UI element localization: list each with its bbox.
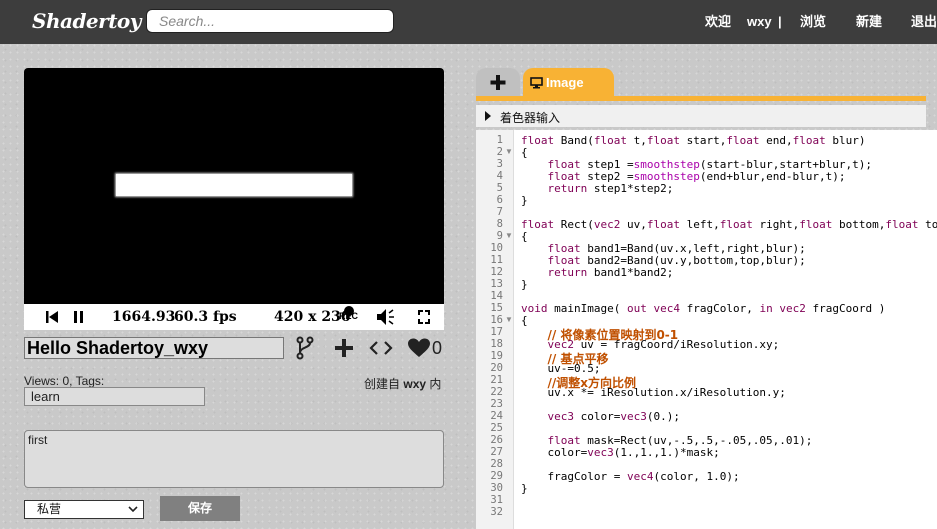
fold-arrow-icon[interactable]: ▼ — [505, 147, 513, 156]
line-number: 8 — [496, 218, 503, 230]
heart-icon[interactable] — [407, 336, 431, 360]
code-line[interactable]: } — [521, 278, 528, 291]
tab-image[interactable]: Image — [523, 68, 614, 98]
author-link[interactable]: wxy — [403, 377, 426, 391]
line-number: 25 — [490, 422, 503, 434]
like-count: 0 — [432, 338, 443, 358]
privacy-select[interactable]: 私营 — [24, 500, 144, 519]
line-number: 9 — [496, 230, 503, 242]
line-number: 29 — [490, 470, 503, 482]
shader-canvas[interactable] — [24, 68, 444, 304]
privacy-value: 私营 — [37, 502, 62, 516]
logo[interactable]: Shadertoy — [32, 9, 141, 33]
author-line: 创建自 wxy 内 — [364, 375, 441, 392]
description-textarea[interactable]: first — [24, 430, 444, 488]
line-number: 31 — [490, 494, 503, 506]
nav-separator: | — [778, 14, 782, 29]
browse-link[interactable]: 浏览 — [800, 0, 826, 44]
line-number: 22 — [490, 386, 503, 398]
fork-icon[interactable] — [296, 336, 314, 360]
volume-icon[interactable] — [376, 304, 396, 330]
add-tab-button[interactable] — [476, 68, 520, 98]
line-number: 1 — [496, 134, 503, 146]
line-number: 2 — [496, 146, 503, 158]
line-number: 3 — [496, 158, 503, 170]
embed-code-icon[interactable] — [369, 336, 393, 360]
line-number: 27 — [490, 446, 503, 458]
line-number: 24 — [490, 410, 503, 422]
pause-icon[interactable] — [73, 304, 85, 330]
expand-triangle-icon — [485, 111, 491, 121]
tab-image-label: Image — [546, 75, 584, 90]
views-tags-label: Views: 0, Tags: — [24, 374, 105, 388]
rewind-icon[interactable] — [45, 304, 59, 330]
code-line[interactable]: vec3 color=vec3(0.); — [521, 410, 680, 423]
username-link[interactable]: wxy — [747, 0, 772, 44]
shader-title-input[interactable] — [24, 337, 284, 359]
tab-underline — [476, 96, 926, 101]
player-controls: 1664.93 60.3 fps 420 x 236 REC — [24, 304, 444, 330]
code-line[interactable]: float Rect(vec2 uv,float left,float righ… — [521, 218, 937, 231]
line-number: 28 — [490, 458, 503, 470]
line-number: 17 — [490, 326, 503, 338]
line-number: 13 — [490, 278, 503, 290]
top-nav-bar: Shadertoy 欢迎 wxy | 浏览 新建 退出 — [0, 0, 937, 44]
fullscreen-icon[interactable] — [417, 304, 431, 330]
line-number: 7 — [496, 206, 503, 218]
line-number: 11 — [490, 254, 503, 266]
code-line[interactable]: void mainImage( out vec4 fragColor, in v… — [521, 302, 885, 315]
author-suffix: 内 — [429, 377, 442, 391]
line-gutter: 1 2 3 4 5 6 7 8 9 10 11 12 13 14 15 16 17 18 19 20 21 22 23 24 2… — [476, 130, 514, 529]
fps-readout: 60.3 fps — [174, 309, 237, 325]
line-number: 19 — [490, 350, 503, 362]
code-line[interactable]: } — [521, 194, 528, 207]
chevron-down-icon — [128, 506, 138, 513]
code-line[interactable]: float Band(float t,float start,float end… — [521, 134, 865, 147]
created-by-label: 创建自 — [364, 377, 401, 391]
line-number: 18 — [490, 338, 503, 350]
code-line[interactable]: uv.x *= iResolution.x/iResolution.y; — [521, 386, 785, 399]
line-number: 23 — [490, 398, 503, 410]
line-number: 4 — [496, 170, 503, 182]
line-number: 21 — [490, 374, 503, 386]
rendered-rectangle — [116, 174, 352, 196]
time-readout: 1664.93 — [112, 309, 176, 325]
fold-arrow-icon[interactable]: ▼ — [505, 315, 513, 324]
add-icon[interactable] — [334, 336, 354, 360]
welcome-text: 欢迎 — [705, 14, 732, 29]
line-number: 15 — [490, 302, 503, 314]
code-editor[interactable]: 1 2 3 4 5 6 7 8 9 10 11 12 13 14 15 16 17 18 19 20 21 22 23 24 2… — [476, 130, 937, 529]
monitor-icon — [530, 77, 543, 89]
line-number: 26 — [490, 434, 503, 446]
code-line[interactable]: color=vec3(1.,1.,1.)*mask; — [521, 446, 719, 459]
line-number: 6 — [496, 194, 503, 206]
line-number: 20 — [490, 362, 503, 374]
code-line[interactable]: return band1*band2; — [521, 266, 674, 279]
line-number: 10 — [490, 242, 503, 254]
save-button[interactable]: 保存 — [160, 496, 240, 521]
line-number: 16 — [490, 314, 503, 326]
rec-label: REC — [339, 311, 359, 321]
plus-icon — [490, 75, 506, 90]
tags-input[interactable]: learn — [24, 387, 205, 406]
code-line[interactable]: return step1*step2; — [521, 182, 674, 195]
line-number: 30 — [490, 482, 503, 494]
new-link[interactable]: 新建 — [856, 0, 882, 44]
line-number: 32 — [490, 506, 503, 518]
logout-link[interactable]: 退出 — [911, 0, 937, 44]
shader-inputs-label: 着色器输入 — [500, 111, 561, 125]
search-input[interactable] — [146, 9, 394, 33]
code-line[interactable]: fragColor = vec4(color, 1.0); — [521, 470, 739, 483]
shader-inputs-toggle[interactable]: 着色器输入 — [476, 105, 926, 127]
line-number: 12 — [490, 266, 503, 278]
record-button[interactable]: REC — [338, 304, 360, 330]
line-number: 14 — [490, 290, 503, 302]
code-line[interactable]: } — [521, 482, 528, 495]
line-number: 5 — [496, 182, 503, 194]
fold-arrow-icon[interactable]: ▼ — [505, 231, 513, 240]
